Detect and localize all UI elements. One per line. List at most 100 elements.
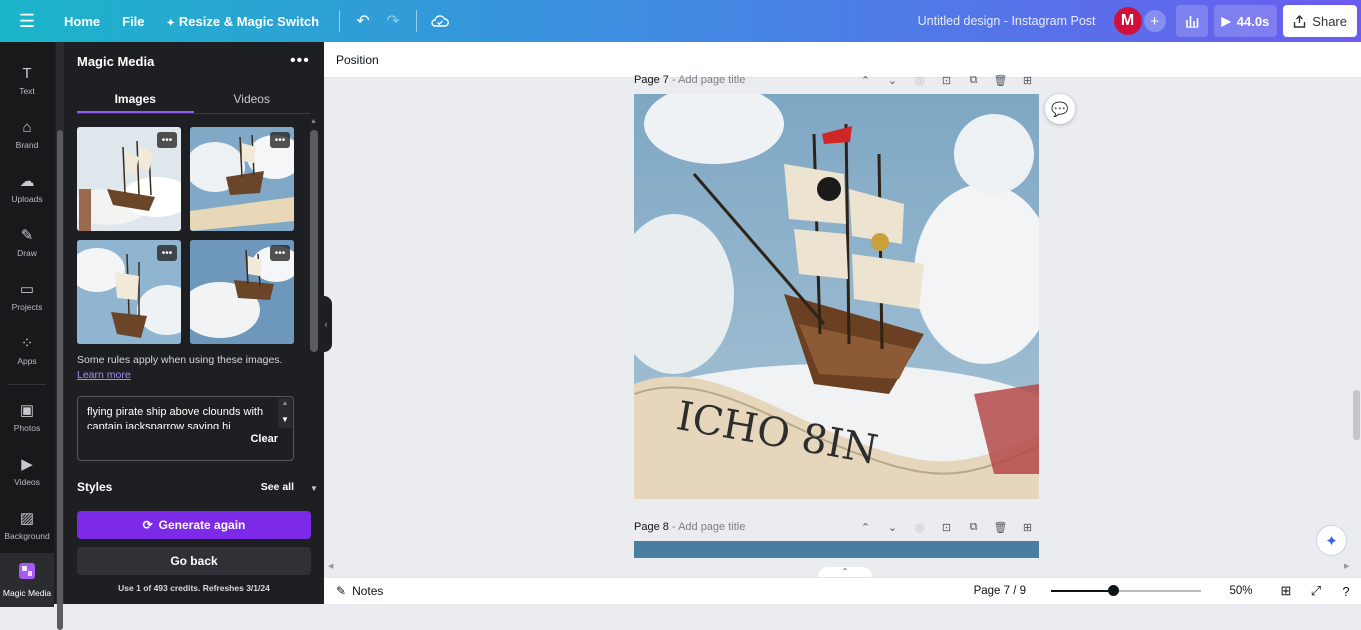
position-button[interactable]: Position — [336, 53, 379, 67]
document-title[interactable]: Untitled design - Instagram Post — [918, 14, 1096, 28]
page-7-header: Page 7 - Add page title — [634, 74, 745, 86]
generated-image[interactable]: ••• — [77, 127, 181, 231]
generate-again-button[interactable]: ⟳ Generate again — [77, 511, 311, 539]
file-menu-button[interactable]: File — [112, 8, 154, 35]
zoom-slider-handle[interactable] — [1107, 585, 1119, 596]
rail-item-background[interactable]: ▨ Background — [0, 499, 54, 553]
scroll-down-icon[interactable]: ▼ — [310, 484, 318, 493]
generated-images-grid: ••• ••• ••• ••• — [77, 127, 294, 344]
redo-icon[interactable]: ↷ — [378, 6, 408, 36]
panel-scrollbar-thumb[interactable] — [57, 130, 63, 630]
generated-image[interactable]: ••• — [190, 240, 294, 344]
tab-images[interactable]: Images — [77, 86, 194, 113]
rail-item-draw[interactable]: ✎ Draw — [0, 216, 54, 270]
rail-label: Apps — [17, 356, 37, 366]
rail-item-uploads[interactable]: ☁ Uploads — [0, 162, 54, 216]
image-more-icon[interactable]: ••• — [270, 132, 290, 148]
menu-icon[interactable]: ☰ — [0, 11, 54, 32]
scroll-left-icon[interactable]: ◀ — [328, 562, 333, 570]
insights-icon[interactable] — [1175, 5, 1208, 37]
lock-icon[interactable]: ⊡ — [938, 521, 955, 534]
rail-item-videos[interactable]: ▶ Videos — [0, 445, 54, 499]
share-button[interactable]: Share — [1283, 5, 1357, 37]
fullscreen-icon[interactable]: ⤢ — [1301, 583, 1331, 599]
present-button[interactable]: ▶ 44.0s — [1213, 5, 1278, 37]
clear-button[interactable]: Clear — [250, 433, 278, 445]
add-page-icon[interactable]: ⊞ — [1019, 521, 1036, 534]
rail-item-brand[interactable]: ⌂ Brand — [0, 108, 54, 162]
image-more-icon[interactable]: ••• — [157, 245, 177, 261]
delete-icon[interactable]: 🗑 — [992, 521, 1009, 534]
scroll-up-icon[interactable]: ▲ — [310, 118, 317, 125]
canvas-page-7[interactable]: ICHO 8IN — [634, 94, 1039, 499]
tab-videos[interactable]: Videos — [194, 86, 311, 113]
resize-button-label: Resize & Magic Switch — [178, 13, 320, 29]
prompt-scrollbar[interactable]: ▲ ▼ — [278, 398, 292, 428]
prompt-input[interactable]: flying pirate ship above clounds with ca… — [77, 396, 294, 461]
panel-title: Magic Media — [77, 54, 155, 69]
add-page-icon[interactable]: ⊞ — [1019, 74, 1036, 87]
rail-item-projects[interactable]: ▭ Projects — [0, 270, 54, 324]
cloud-saved-icon[interactable] — [425, 6, 455, 36]
generated-image[interactable]: ••• — [190, 127, 294, 231]
delete-icon[interactable]: 🗑 — [992, 74, 1009, 87]
home-button[interactable]: Home — [54, 8, 110, 35]
canvas-page-8[interactable] — [634, 541, 1039, 558]
bottom-bar: ✎ Notes Page 7 / 9 50% ⊞ ⤢ ? — [324, 577, 1361, 604]
hide-icon[interactable]: ◎ — [911, 521, 928, 534]
rail-item-apps[interactable]: ⁘ Apps — [0, 324, 54, 378]
scroll-down-icon[interactable]: ▼ — [278, 414, 292, 426]
zoom-level[interactable]: 50% — [1221, 585, 1261, 597]
chevron-up-icon[interactable]: ⌃ — [857, 74, 874, 87]
learn-more-link[interactable]: Learn more — [77, 369, 131, 381]
draw-icon: ✎ — [20, 227, 34, 244]
generated-image[interactable]: ••• — [77, 240, 181, 344]
lock-icon[interactable]: ⊡ — [938, 74, 955, 87]
rail-item-magic-media[interactable]: Magic Media — [0, 553, 54, 607]
chevron-up-icon[interactable]: ⌃ — [857, 521, 874, 534]
more-options-icon[interactable]: ••• — [290, 52, 310, 70]
page-title-input[interactable]: Add page title — [678, 74, 745, 86]
divider — [339, 10, 341, 32]
rail-item-photos[interactable]: ▣ Photos — [0, 391, 54, 445]
invite-plus-icon[interactable]: + — [1143, 10, 1166, 32]
add-comment-icon[interactable]: 💬 — [1045, 94, 1075, 124]
page-title-input[interactable]: Add page title — [678, 521, 745, 533]
undo-icon[interactable]: ↶ — [348, 6, 378, 36]
canvas-scrollbar-thumb[interactable] — [1353, 390, 1360, 440]
duplicate-icon[interactable]: ⧉ — [965, 521, 982, 534]
images-scrollbar[interactable]: ▲ — [308, 118, 320, 494]
chevron-left-icon: ‹ — [324, 319, 328, 329]
chevron-down-icon[interactable]: ⌄ — [884, 521, 901, 534]
go-back-button[interactable]: Go back — [77, 547, 311, 575]
page-count[interactable]: Page 7 / 9 — [974, 585, 1026, 597]
image-more-icon[interactable]: ••• — [270, 245, 290, 261]
canvas-scrollbar[interactable] — [1352, 84, 1361, 554]
generate-label: Generate again — [158, 518, 246, 532]
collapse-panel-handle[interactable]: ‹ — [320, 296, 332, 352]
prompt-text[interactable]: flying pirate ship above clounds with ca… — [87, 405, 272, 429]
page-7-tools: ⌃ ⌄ ◎ ⊡ ⧉ 🗑 ⊞ — [857, 74, 1036, 87]
duplicate-icon[interactable]: ⧉ — [965, 74, 982, 87]
images-scrollbar-thumb[interactable] — [310, 130, 318, 352]
rail-label: Brand — [15, 140, 39, 150]
page-strip-handle[interactable]: ⌃ — [818, 567, 872, 577]
folder-icon: ▭ — [19, 281, 35, 298]
avatar[interactable]: M — [1113, 7, 1142, 35]
help-icon[interactable]: ? — [1331, 584, 1361, 599]
refresh-icon: ⟳ — [142, 518, 153, 532]
rail-item-text[interactable]: T Text — [0, 54, 54, 108]
magic-assistant-icon[interactable]: ✦ — [1316, 525, 1347, 556]
scroll-right-icon[interactable]: ▶ — [1344, 562, 1349, 570]
rail-label: Uploads — [11, 194, 43, 204]
scroll-up-icon[interactable]: ▲ — [278, 398, 292, 410]
see-all-link[interactable]: See all — [261, 481, 294, 493]
zoom-slider[interactable] — [1051, 585, 1201, 596]
resize-button[interactable]: ✦ Resize & Magic Switch — [157, 8, 330, 35]
panel-scrollbar[interactable] — [56, 42, 64, 630]
image-more-icon[interactable]: ••• — [157, 132, 177, 148]
notes-button[interactable]: ✎ Notes — [336, 584, 383, 598]
hide-icon[interactable]: ◎ — [911, 74, 928, 87]
grid-view-icon[interactable]: ⊞ — [1271, 583, 1301, 599]
chevron-down-icon[interactable]: ⌄ — [884, 74, 901, 87]
